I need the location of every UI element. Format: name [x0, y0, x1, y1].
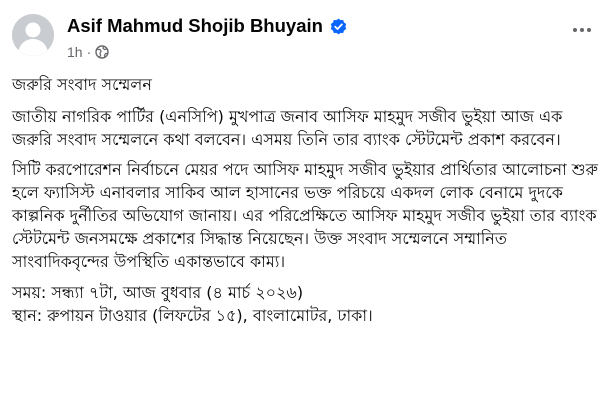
post-text: জরুরি সংবাদ সম্মেলন জাতীয় নাগরিক পার্টি…: [12, 73, 604, 327]
default-avatar-icon: [12, 14, 54, 56]
author-name[interactable]: Asif Mahmud Shojib Bhuyain: [67, 14, 323, 38]
more-dot: [573, 28, 577, 32]
post-location-line: স্থান: রুপায়ন টাওয়ার (লিফটের ১৫), বাংল…: [12, 306, 373, 325]
post-time-line: সময়: সন্ধ্যা ৭টা, আজ বুধবার (৪ মার্চ ২০…: [12, 283, 304, 302]
post-paragraph: সিটি করপোরেশন নির্বাচনে মেয়র পদে আসিফ ম…: [12, 160, 598, 271]
avatar[interactable]: [12, 14, 54, 56]
post-meta: 1h ·: [67, 43, 109, 61]
verified-badge-icon: [330, 18, 347, 35]
separator-dot: ·: [86, 44, 92, 60]
more-dot: [587, 28, 591, 32]
post-heading: জরুরি সংবাদ সম্মেলন: [12, 75, 152, 94]
timestamp[interactable]: 1h: [67, 44, 83, 60]
globe-icon[interactable]: [95, 45, 109, 59]
facebook-post: Asif Mahmud Shojib Bhuyain 1h · জরুরি সং…: [0, 0, 614, 414]
more-options-button[interactable]: [568, 22, 596, 38]
more-dot: [580, 28, 584, 32]
post-paragraph: জাতীয় নাগরিক পার্টির (এনসিপি) মুখপাত্র …: [12, 107, 563, 149]
